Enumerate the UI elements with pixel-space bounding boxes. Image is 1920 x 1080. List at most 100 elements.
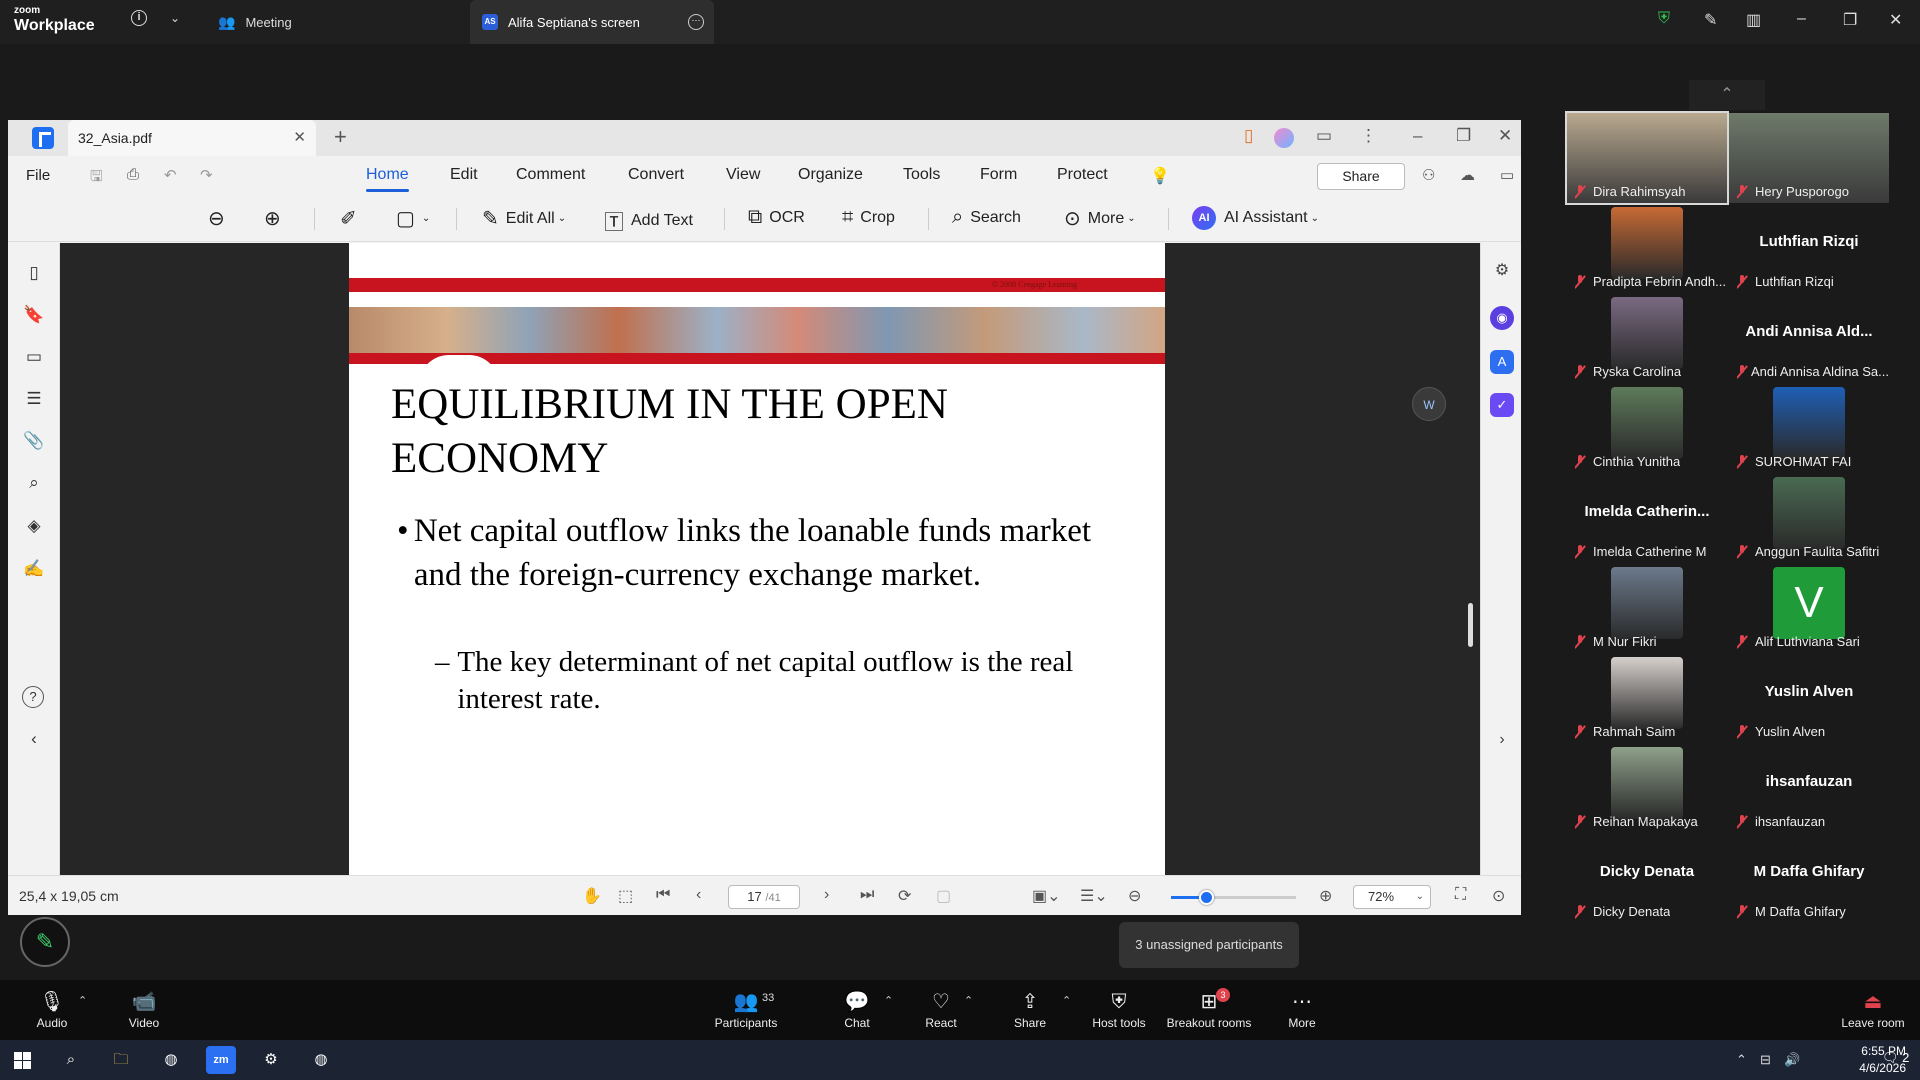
windows-start-icon[interactable] (14, 1052, 31, 1069)
react-button[interactable]: ♡ React (922, 990, 960, 1030)
view-mode-icon[interactable]: ☰⌄ (1080, 886, 1108, 906)
fullscreen-icon[interactable]: ⛶ (1455, 886, 1466, 904)
menu-convert[interactable]: Convert (628, 166, 684, 184)
task-check-icon[interactable]: ✓ (1490, 393, 1514, 417)
menu-edit[interactable]: Edit (450, 166, 478, 184)
participant-tile[interactable]: Anggun Faulita Safitri (1729, 473, 1889, 563)
chevron-down-icon[interactable]: ⌄ (170, 11, 180, 25)
zoom-slider-knob[interactable] (1199, 890, 1214, 905)
ocr-button[interactable]: ⧉ OCR (748, 206, 805, 229)
comment-icon[interactable]: ▭ (22, 347, 46, 371)
share-screen-button[interactable]: ⇪ Share (1012, 990, 1048, 1030)
view-layout-icon[interactable]: ▥ (1746, 10, 1761, 30)
document-tab[interactable]: 32_Asia.pdf ✕ (68, 120, 316, 156)
breakout-rooms-button[interactable]: ⊞ Breakout rooms 3 (1166, 988, 1252, 1030)
file-menu[interactable]: File (26, 167, 50, 184)
connect-icon[interactable]: ⚇ (1422, 166, 1435, 184)
participants-button[interactable]: 👥 Participants 33 (710, 990, 782, 1030)
minimize-icon[interactable]: – (1413, 126, 1422, 146)
lightbulb-icon[interactable]: 💡 (1150, 166, 1170, 186)
restore-icon[interactable]: ❐ (1843, 10, 1857, 30)
more-options-icon[interactable]: ⊙ (1492, 886, 1505, 906)
participant-tile[interactable]: Andi Annisa Ald... Andi Annisa Aldina Sa.… (1729, 293, 1889, 383)
menu-organize[interactable]: Organize (798, 166, 863, 184)
file-explorer-icon[interactable]: 🗀 (106, 1046, 136, 1074)
zoom-out-icon[interactable]: ⊖ (1128, 886, 1141, 906)
chat-options-caret[interactable]: ⌃ (884, 994, 893, 1007)
more-button[interactable]: ⊙ More ⌄ (1064, 206, 1136, 231)
feedback-icon[interactable]: ▭ (1316, 126, 1332, 146)
edit-all-button[interactable]: ✎ Edit All ⌄ (482, 206, 566, 231)
participant-tile[interactable]: V Alif Luthviana Sari (1729, 563, 1889, 653)
search-button[interactable]: ⌕ Search (952, 206, 1021, 229)
close-tab-icon[interactable]: ✕ (293, 128, 306, 146)
audio-options-caret[interactable]: ⌃ (78, 994, 87, 1007)
menu-home[interactable]: Home (366, 166, 409, 192)
signature-icon[interactable]: ✍ (22, 559, 46, 583)
undo-icon[interactable]: ↶ (164, 166, 177, 184)
word-convert-icon[interactable]: W (1412, 387, 1446, 421)
zoom-app-icon[interactable]: zm (206, 1046, 236, 1074)
chrome-profile-icon[interactable]: ◍ (306, 1046, 336, 1074)
user-avatar[interactable] (1274, 128, 1294, 148)
close-window-icon[interactable]: ✕ (1498, 126, 1512, 146)
crop-button[interactable]: ⌗ Crop (842, 206, 895, 229)
participant-tile[interactable]: Hery Pusporogo (1729, 113, 1889, 203)
tray-chevron-icon[interactable]: ⌃ (1736, 1052, 1747, 1068)
tab-shared-screen[interactable]: AS Alifa Septiana's screen ··· (470, 0, 714, 44)
print-icon[interactable]: ⎙ (127, 166, 139, 183)
participant-tile[interactable]: Pradipta Febrin Andh... (1567, 203, 1727, 293)
attachment-icon[interactable]: 📎 (22, 431, 46, 455)
highlight-icon[interactable]: ✐ (340, 206, 364, 231)
previous-page-icon[interactable]: ‹ (696, 886, 701, 904)
save-icon[interactable]: 🖫 (90, 166, 103, 191)
tab-meeting[interactable]: 👥 Meeting (218, 0, 292, 44)
last-page-icon[interactable]: ⏭ (860, 886, 874, 904)
leave-room-button[interactable]: ⏏ Leave room (1840, 990, 1906, 1030)
collapse-left-icon[interactable]: ‹ (22, 729, 46, 753)
collapse-ribbon-icon[interactable]: ▭ (1500, 166, 1514, 184)
zoom-out-icon[interactable]: ⊖ (208, 206, 232, 231)
chrome-icon[interactable]: ◍ (156, 1046, 186, 1074)
layers-icon[interactable]: ◈ (22, 516, 46, 540)
minimize-icon[interactable]: – (1797, 10, 1806, 28)
shield-icon[interactable]: ⛨ (1658, 10, 1670, 28)
share-options-caret[interactable]: ⌃ (1062, 994, 1071, 1007)
page-thumbnail-icon[interactable]: ▯ (22, 263, 46, 287)
first-page-icon[interactable]: ⏮ (656, 886, 670, 904)
menu-tools[interactable]: Tools (903, 166, 940, 184)
participant-tile[interactable]: M Nur Fikri (1567, 563, 1727, 653)
translate-icon[interactable]: A (1490, 350, 1514, 374)
add-text-button[interactable]: 🅃 Add Text (604, 206, 693, 235)
search-icon[interactable]: ⌕ (56, 1046, 86, 1074)
fit-page-icon[interactable]: ▢ (936, 886, 951, 906)
annotate-pen-icon[interactable]: ✎ (1704, 10, 1717, 30)
ai-assistant-button[interactable]: AI AI Assistant ⌄ (1192, 206, 1319, 230)
document-viewer[interactable]: © 2008 Cengage Learning EQUILIBRIUM IN T… (60, 243, 1480, 875)
zoom-in-icon[interactable]: ⊕ (1319, 886, 1332, 906)
settings-gear-icon[interactable]: ⚙ (256, 1046, 286, 1074)
audio-button[interactable]: 🎙 Audio (32, 990, 72, 1030)
participant-tile[interactable]: Dira Rahimsyah (1565, 111, 1729, 205)
zoom-slider[interactable] (1171, 890, 1296, 905)
zoom-in-icon[interactable]: ⊕ (264, 206, 288, 231)
vertical-scrollbar[interactable] (1468, 603, 1473, 647)
cloud-upload-icon[interactable]: ☁ (1460, 166, 1475, 184)
bookmark-icon[interactable]: 🔖 (22, 305, 46, 329)
participant-tile[interactable]: Ryska Carolina (1567, 293, 1727, 383)
more-button[interactable]: ⋯ More (1286, 990, 1318, 1030)
notification-center[interactable]: 🗨 2 (1882, 1050, 1909, 1066)
chatbot-icon[interactable]: ◉ (1490, 306, 1514, 330)
zoom-level-select[interactable]: 72% ⌄ (1353, 885, 1431, 909)
participant-tile[interactable]: Rahmah Saim (1567, 653, 1727, 743)
list-icon[interactable]: ☰ (22, 389, 46, 413)
menu-protect[interactable]: Protect (1057, 166, 1108, 184)
menu-view[interactable]: View (726, 166, 760, 184)
new-tab-icon[interactable]: + (334, 124, 347, 150)
video-button[interactable]: 📹 Video (124, 990, 164, 1030)
participant-tile[interactable]: Cinthia Yunitha (1567, 383, 1727, 473)
annotation-pencil-button[interactable]: ✎ (20, 917, 70, 967)
shape-icon[interactable]: ▢ ⌄ (396, 206, 430, 231)
chat-button[interactable]: 💬 Chat (840, 990, 874, 1030)
hand-tool-icon[interactable]: ✋ (582, 886, 602, 906)
